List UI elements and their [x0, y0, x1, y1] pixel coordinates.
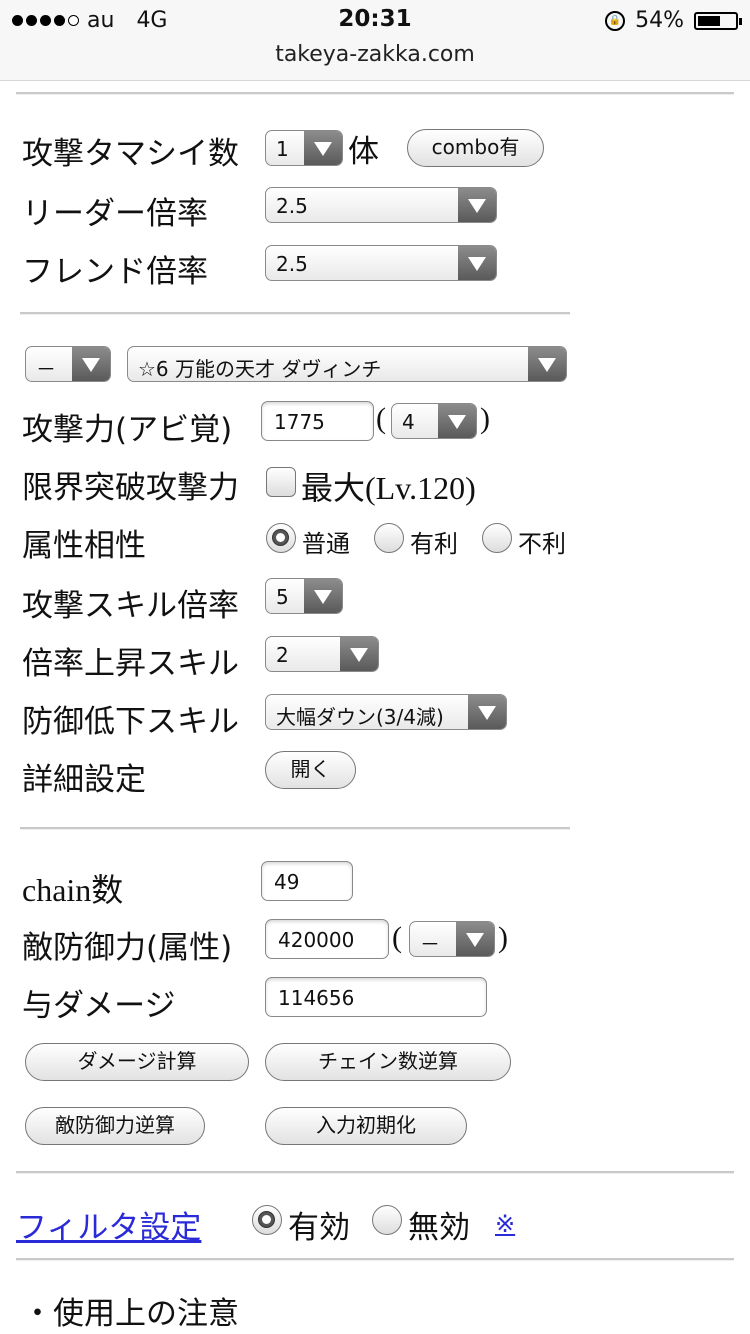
status-right: 🔒 54%: [605, 8, 742, 33]
chain-label: chain数: [22, 872, 124, 908]
attack-souls-unit: 体: [348, 134, 379, 170]
mult-up-skill-select[interactable]: 2: [265, 636, 379, 672]
url-bar[interactable]: takeya-zakka.com: [0, 42, 750, 67]
attack-souls-select[interactable]: 1: [265, 130, 343, 166]
affinity-option-normal: 普通: [302, 530, 350, 558]
enemy-attr-value: －: [420, 932, 440, 956]
enemy-attr-select[interactable]: －: [409, 921, 495, 957]
rotation-lock-icon: 🔒: [605, 10, 626, 31]
affinity-radio-disadvantage[interactable]: [482, 523, 512, 553]
battery-icon: [694, 11, 742, 30]
chevron-down-icon: [72, 347, 110, 381]
limit-break-label: 限界突破攻撃力: [22, 470, 239, 506]
def-down-skill-select[interactable]: 大幅ダウン(3/4減): [265, 694, 507, 730]
battery-percent: 54%: [635, 8, 684, 33]
filter-settings-link[interactable]: フィルタ設定: [16, 1202, 201, 1247]
affinity-radio-advantage[interactable]: [374, 523, 404, 553]
def-reverse-button[interactable]: 敵防御力逆算: [25, 1107, 205, 1145]
attribute-select[interactable]: －: [25, 346, 111, 382]
skill-mult-label: 攻撃スキル倍率: [22, 588, 239, 624]
chevron-down-icon: [528, 347, 566, 381]
skill-mult-value: 5: [276, 585, 289, 609]
affinity-option-advantage: 有利: [410, 530, 458, 558]
leader-mult-select[interactable]: 2.5: [265, 187, 497, 223]
awaken-select[interactable]: 4: [391, 403, 477, 439]
character-select[interactable]: ☆6 万能の天才 ダヴィンチ: [127, 346, 567, 382]
enemy-def-input[interactable]: 420000: [265, 919, 389, 959]
chevron-down-icon: [458, 188, 496, 222]
attack-power-input[interactable]: 1775: [261, 401, 374, 441]
filter-option-off: 無効: [408, 1210, 470, 1246]
damage-label: 与ダメージ: [22, 988, 176, 1024]
attack-power-value: 1775: [274, 410, 325, 434]
divider: [20, 827, 570, 830]
damage-value: 114656: [278, 986, 355, 1010]
detail-open-button[interactable]: 開く: [265, 751, 356, 789]
filter-radio-off[interactable]: [372, 1205, 402, 1235]
damage-calc-button[interactable]: ダメージ計算: [25, 1043, 249, 1081]
chevron-down-icon: [304, 131, 342, 165]
attack-souls-value: 1: [276, 137, 289, 161]
divider: [16, 1258, 734, 1261]
usage-notes-heading: ・使用上の注意: [22, 1296, 239, 1332]
awaken-value: 4: [402, 410, 415, 434]
friend-mult-value: 2.5: [276, 252, 308, 276]
chevron-down-icon: [456, 922, 494, 956]
filter-option-on: 有効: [288, 1210, 350, 1246]
paren-open: (: [392, 921, 402, 954]
leader-mult-label: リーダー倍率: [22, 196, 208, 232]
chevron-down-icon: [458, 246, 496, 280]
friend-mult-label: フレンド倍率: [22, 254, 208, 290]
status-bar: au 4G 20:31 🔒 54% takeya-zakka.com: [0, 0, 750, 81]
divider: [20, 312, 570, 315]
def-down-skill-value: 大幅ダウン(3/4減): [276, 705, 444, 729]
damage-input[interactable]: 114656: [265, 977, 487, 1017]
mult-up-skill-value: 2: [276, 643, 289, 667]
filter-radio-on[interactable]: [252, 1205, 282, 1235]
paren-close: ): [480, 402, 490, 435]
leader-mult-value: 2.5: [276, 194, 308, 218]
chevron-down-icon: [438, 404, 476, 438]
friend-mult-select[interactable]: 2.5: [265, 245, 497, 281]
divider: [16, 92, 734, 95]
enemy-def-label: 敵防御力(属性): [22, 930, 233, 966]
filter-note-link[interactable]: ※: [495, 1210, 515, 1238]
limit-break-checkbox-label: 最大(Lv.120): [301, 470, 476, 506]
character-value: ☆6 万能の天才 ダヴィンチ: [138, 357, 382, 381]
mult-up-skill-label: 倍率上昇スキル: [22, 646, 239, 682]
chain-input[interactable]: 49: [261, 861, 353, 901]
chevron-down-icon: [304, 579, 342, 613]
paren-open: (: [376, 402, 386, 435]
skill-mult-select[interactable]: 5: [265, 578, 343, 614]
chain-reverse-button[interactable]: チェイン数逆算: [265, 1043, 511, 1081]
affinity-label: 属性相性: [22, 528, 146, 564]
limit-break-checkbox[interactable]: [266, 467, 296, 497]
paren-close: ): [498, 921, 508, 954]
detail-label: 詳細設定: [22, 762, 146, 798]
chevron-down-icon: [340, 637, 378, 671]
attack-power-label: 攻撃力(アビ覚): [22, 412, 233, 448]
attack-souls-label: 攻撃タマシイ数: [22, 136, 239, 172]
reset-button[interactable]: 入力初期化: [265, 1107, 467, 1145]
attribute-value: －: [36, 357, 56, 381]
affinity-option-disadvantage: 不利: [518, 530, 566, 558]
combo-button[interactable]: combo有: [407, 129, 544, 167]
enemy-def-value: 420000: [278, 928, 355, 952]
def-down-skill-label: 防御低下スキル: [22, 704, 239, 740]
chevron-down-icon: [468, 695, 506, 729]
affinity-radio-normal[interactable]: [266, 523, 296, 553]
divider: [16, 1171, 734, 1174]
chain-value: 49: [274, 870, 300, 894]
